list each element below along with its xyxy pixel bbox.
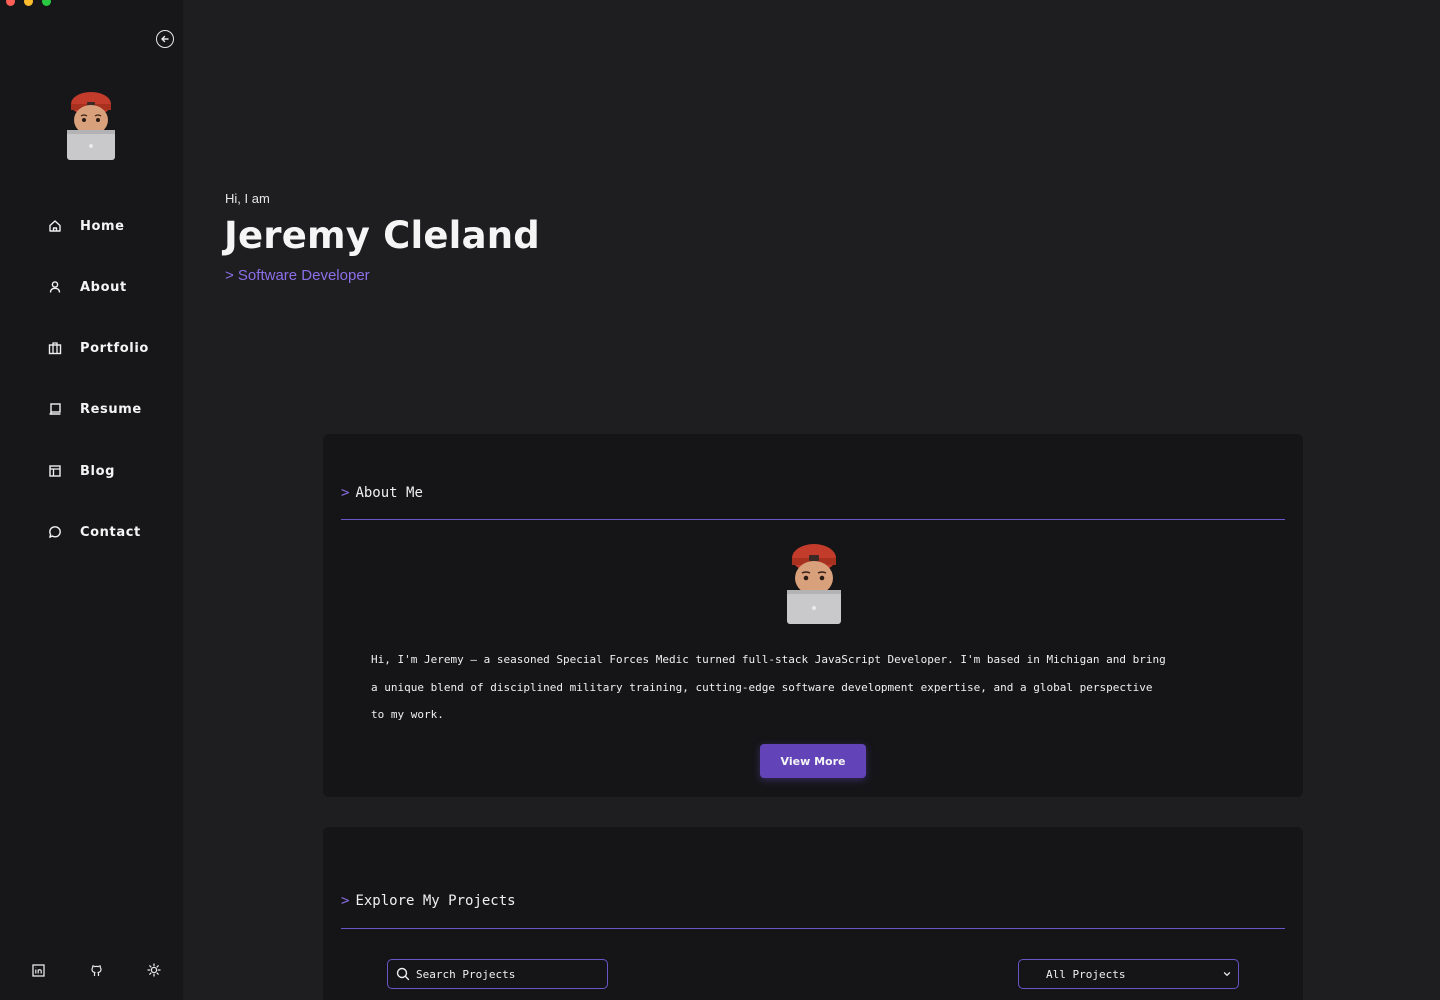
sidebar: Home About Portfolio Resume Blog Contact — [0, 0, 183, 1000]
chevron-down-icon — [1223, 972, 1231, 976]
layout-icon — [47, 463, 63, 479]
projects-title: Explore My Projects — [355, 893, 516, 909]
briefcase-icon — [47, 340, 63, 356]
search-field[interactable] — [387, 959, 608, 989]
about-title: About Me — [355, 485, 423, 501]
sidebar-item-home[interactable]: Home — [47, 214, 125, 238]
heading-caret: > — [341, 893, 350, 909]
avatar — [67, 92, 115, 160]
hero-role: > Software Developer — [225, 267, 370, 284]
sidebar-item-contact[interactable]: Contact — [47, 520, 141, 544]
sidebar-item-label: Home — [80, 218, 125, 234]
zoom-window-button[interactable] — [42, 0, 51, 6]
home-icon — [47, 218, 63, 234]
hero-name: Jeremy Cleland — [224, 214, 540, 257]
heading-caret: > — [341, 485, 350, 501]
linkedin-icon[interactable] — [30, 962, 46, 978]
sidebar-item-label: Portfolio — [80, 340, 149, 356]
view-more-button[interactable]: View More — [760, 744, 866, 778]
about-heading: > About Me — [341, 485, 423, 501]
sidebar-item-label: Blog — [80, 463, 116, 479]
search-input[interactable] — [416, 967, 596, 981]
sidebar-item-label: Resume — [80, 401, 142, 417]
divider — [341, 928, 1285, 929]
arrow-left-circle-icon — [161, 35, 169, 43]
about-card: > About Me Hi, I'm Jeremy — a seasoned Sp… — [323, 434, 1303, 797]
laptop-icon — [47, 401, 63, 417]
sidebar-item-label: Contact — [80, 524, 141, 540]
divider — [341, 519, 1285, 520]
github-icon[interactable] — [88, 962, 104, 978]
window-controls — [6, 0, 51, 6]
projects-card: > Explore My Projects All Projects — [323, 827, 1303, 1000]
sun-icon[interactable] — [146, 962, 162, 978]
sidebar-item-portfolio[interactable]: Portfolio — [47, 336, 149, 360]
message-circle-icon — [47, 524, 63, 540]
project-filter-select[interactable]: All Projects — [1018, 959, 1239, 989]
about-avatar — [787, 544, 841, 624]
sidebar-item-blog[interactable]: Blog — [47, 459, 115, 483]
hero-greeting: Hi, I am — [225, 191, 270, 206]
projects-heading: > Explore My Projects — [341, 893, 516, 909]
sidebar-item-label: About — [80, 279, 127, 295]
sidebar-footer — [0, 962, 183, 980]
about-text: Hi, I'm Jeremy — a seasoned Special Forc… — [371, 653, 1166, 721]
collapse-sidebar-button[interactable] — [156, 30, 174, 48]
sidebar-item-about[interactable]: About — [47, 275, 127, 299]
minimize-window-button[interactable] — [24, 0, 33, 6]
close-window-button[interactable] — [6, 0, 15, 6]
user-icon — [47, 279, 63, 295]
search-icon — [396, 967, 410, 981]
sidebar-item-resume[interactable]: Resume — [47, 397, 142, 421]
project-filter-value: All Projects — [1046, 967, 1126, 981]
